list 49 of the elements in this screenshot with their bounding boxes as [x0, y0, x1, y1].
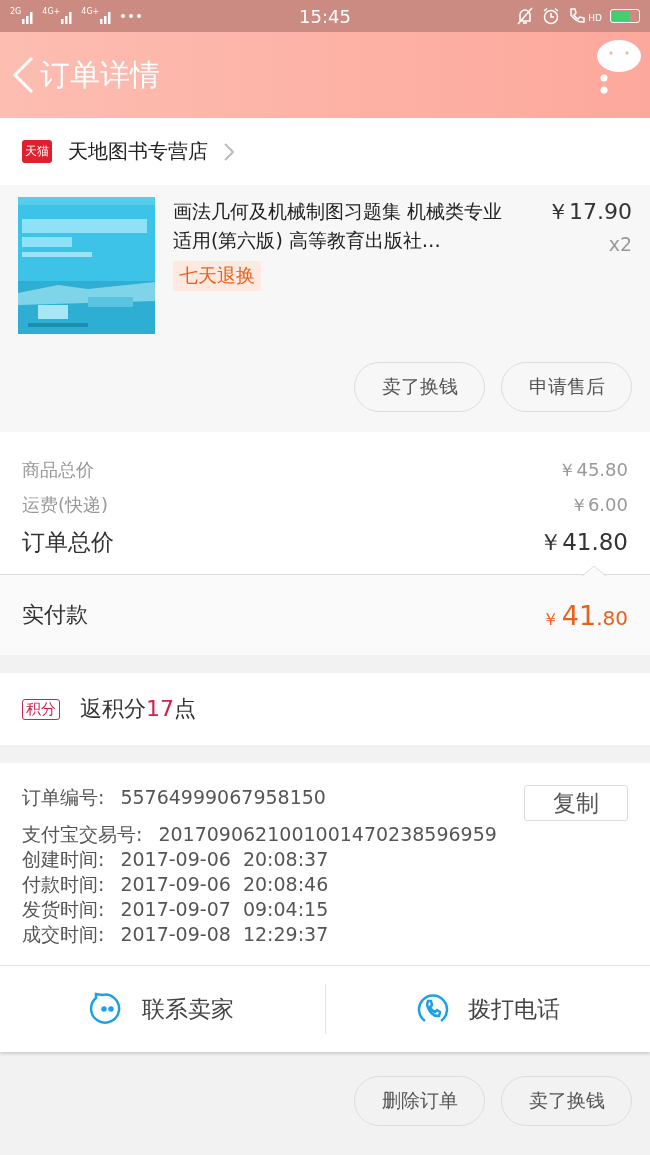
- more-dots-icon: [120, 13, 143, 19]
- summary-amount: ￥45.80: [558, 457, 628, 482]
- order-action-button[interactable]: 删除订单: [354, 1076, 485, 1126]
- info-value: 2017-09-08 12:29:37: [120, 922, 329, 947]
- store-name[interactable]: 天地图书专营店: [68, 138, 208, 165]
- summary-amount: ￥6.00: [569, 492, 628, 517]
- product-price: ￥17.90: [547, 198, 632, 226]
- network-label: 2G: [10, 8, 22, 16]
- summary-amount: ￥41.80: [539, 527, 628, 557]
- info-label: 付款时间:: [22, 872, 105, 897]
- info-label: 订单编号:: [22, 785, 105, 810]
- info-value: 2017-09-06 20:08:46: [120, 872, 329, 897]
- network-label: 4G+: [42, 8, 61, 16]
- info-label: 成交时间:: [22, 922, 105, 947]
- return-policy-tag: 七天退换: [173, 261, 261, 291]
- order-action-button[interactable]: 卖了换钱: [501, 1076, 632, 1126]
- summary-label: 订单总价: [22, 527, 114, 557]
- info-value: 2017-09-07 09:04:15: [120, 897, 329, 922]
- summary-label: 运费(快递): [22, 492, 109, 517]
- info-value: 55764999067958150: [120, 785, 326, 810]
- info-label: 发货时间:: [22, 897, 105, 922]
- page-title: 订单详情: [40, 55, 160, 94]
- muted-bell-icon: [516, 7, 535, 25]
- back-icon[interactable]: [12, 56, 34, 94]
- clock-time: 15:45: [299, 5, 351, 27]
- contact-button[interactable]: 拨打电话: [325, 966, 650, 1052]
- network-label: 4G+: [81, 8, 100, 16]
- chat-bubble-menu-icon[interactable]: [596, 38, 642, 96]
- paid-label: 实付款: [22, 601, 88, 629]
- product-title[interactable]: 画法几何及机械制图习题集 机械类专业适用(第六版) 高等教育出版社…: [173, 197, 513, 255]
- order-action-button[interactable]: 卖了换钱: [354, 362, 485, 412]
- hd-label: HD: [588, 13, 602, 23]
- summary-label: 商品总价: [22, 457, 94, 482]
- chevron-right-icon[interactable]: [224, 142, 234, 161]
- battery-icon: [610, 9, 640, 23]
- order-action-button[interactable]: 申请售后: [501, 362, 632, 412]
- info-value: 2017090621001001470238596959: [158, 822, 497, 847]
- contact-button[interactable]: 联系卖家: [0, 966, 325, 1052]
- product-quantity: x2: [607, 233, 632, 255]
- info-label: 支付宝交易号:: [22, 822, 143, 847]
- paid-amount: ￥41.80: [541, 599, 628, 631]
- copy-button[interactable]: 复制: [524, 785, 628, 821]
- phone-icon: [568, 7, 587, 25]
- points-text: 返积分17点: [80, 695, 196, 723]
- info-value: 2017-09-06 20:08:37: [120, 847, 329, 872]
- info-label: 创建时间:: [22, 847, 105, 872]
- alarm-icon: [542, 7, 561, 25]
- points-badge: 积分: [22, 698, 60, 720]
- store-badge: 天猫: [22, 140, 52, 163]
